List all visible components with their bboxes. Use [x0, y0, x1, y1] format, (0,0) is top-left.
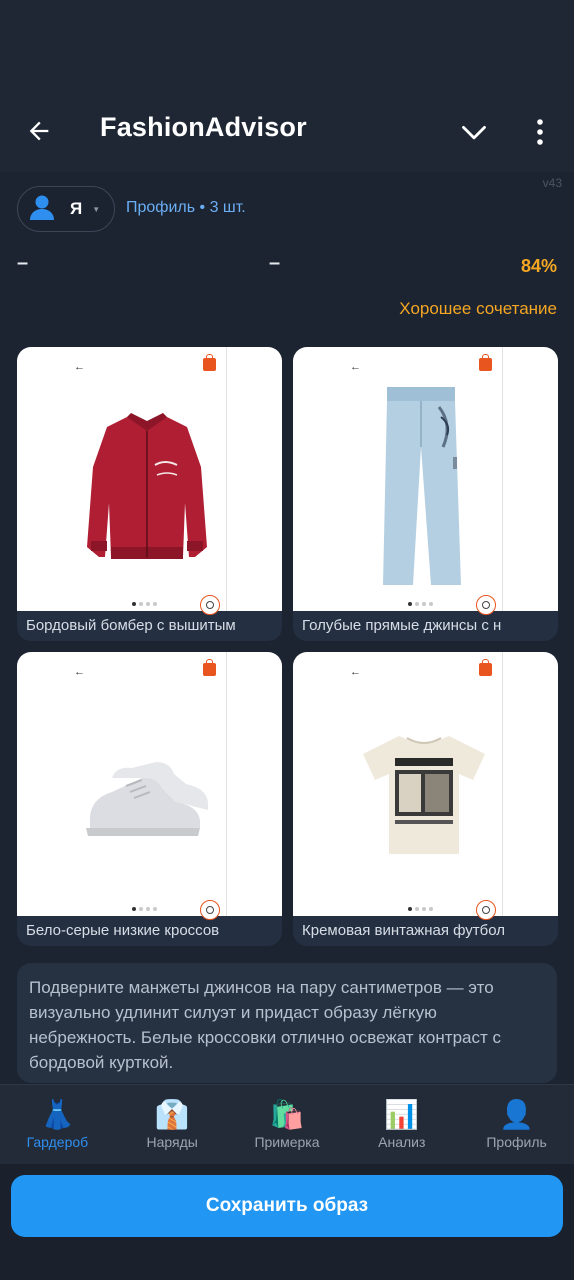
expand-button[interactable] — [456, 114, 492, 150]
jeans-image — [383, 387, 461, 585]
nav-label: Профиль — [486, 1134, 547, 1150]
shopping-bags-icon: 🛍️ — [269, 1099, 305, 1130]
nav-item-wardrobe[interactable]: 👗 Гардероб — [0, 1085, 115, 1164]
item-caption: Бордовый бомбер с вышитым — [26, 617, 236, 634]
score-row: – – 84% — [17, 252, 557, 282]
item-card-sneakers[interactable]: ← Бело-серые низкие кроссов — [17, 652, 282, 946]
chevron-down-icon — [462, 125, 486, 140]
shopping-bag-icon[interactable] — [203, 659, 216, 676]
score-left-value: – — [17, 252, 29, 274]
photo-divider — [226, 652, 227, 916]
nav-item-profile[interactable]: 👤 Профиль — [459, 1085, 574, 1164]
arrow-left-icon: ← — [74, 666, 85, 678]
profile-chip-label: Я — [70, 199, 83, 218]
item-caption: Бело-серые низкие кроссов — [26, 922, 220, 939]
nav-label: Наряды — [146, 1134, 198, 1150]
shopping-bag-icon[interactable] — [203, 354, 216, 371]
item-card-tshirt[interactable]: ← Кремовая винтажная футбол — [293, 652, 558, 946]
bar-chart-icon: 📊 — [384, 1099, 420, 1130]
photo-divider — [502, 347, 503, 611]
more-menu-button[interactable] — [524, 114, 556, 150]
app-title: FashionAdvisor — [100, 112, 307, 142]
carousel-dots — [132, 907, 157, 911]
arrow-left-icon: ← — [350, 666, 361, 678]
item-photo — [17, 347, 282, 611]
carousel-dots — [132, 602, 157, 606]
back-button[interactable] — [22, 114, 56, 148]
user-icon: 👤 — [499, 1099, 535, 1130]
nav-label: Гардероб — [26, 1134, 89, 1150]
more-vertical-icon — [537, 119, 543, 145]
photo-divider — [502, 652, 503, 916]
item-card-bomber[interactable]: ← Бордовый бомбер с вышитым — [17, 347, 282, 641]
match-verdict: Хорошее сочетание — [399, 299, 557, 318]
nav-item-tryon[interactable]: 🛍️ Примерка — [230, 1085, 345, 1164]
stylist-advice: Подверните манжеты джинсов на пару санти… — [17, 963, 557, 1083]
shopping-bag-icon[interactable] — [479, 354, 492, 371]
app-bar: FashionAdvisor — [0, 88, 574, 172]
shirt-tie-icon: 👔 — [154, 1099, 190, 1130]
bomber-jacket-image — [87, 413, 207, 559]
dress-icon: 👗 — [39, 1099, 75, 1130]
profile-info: Профиль • 3 шт. — [126, 199, 246, 216]
match-percent: 84% — [520, 256, 557, 276]
sneakers-image — [86, 762, 208, 836]
item-caption: Голубые прямые джинсы с н — [302, 617, 502, 634]
profile-selector[interactable]: Я ▼ — [17, 186, 115, 232]
carousel-dots — [408, 602, 433, 606]
tshirt-image — [363, 736, 485, 854]
arrow-left-icon: ← — [74, 361, 85, 373]
bottom-navigation: 👗 Гардероб 👔 Наряды 🛍️ Примерка 📊 Анализ… — [0, 1084, 574, 1164]
item-photo — [293, 347, 558, 611]
version-label: v43 — [542, 176, 562, 190]
photo-divider — [226, 347, 227, 611]
nav-label: Анализ — [378, 1134, 426, 1150]
shopping-bag-icon[interactable] — [479, 659, 492, 676]
nav-label: Примерка — [254, 1134, 320, 1150]
arrow-left-icon — [29, 121, 49, 141]
nav-item-outfits[interactable]: 👔 Наряды — [115, 1085, 230, 1164]
item-photo — [293, 652, 558, 916]
item-caption: Кремовая винтажная футбол — [302, 922, 506, 939]
score-mid-value: – — [269, 252, 281, 274]
status-bar-area — [0, 0, 574, 88]
carousel-dots — [408, 907, 433, 911]
item-card-jeans[interactable]: ← Голубые прямые джинсы с н — [293, 347, 558, 641]
user-icon — [28, 193, 58, 225]
caret-down-icon: ▼ — [92, 204, 101, 214]
save-outfit-button[interactable]: Сохранить образ — [11, 1175, 563, 1237]
item-photo — [17, 652, 282, 916]
arrow-left-icon: ← — [350, 361, 361, 373]
nav-item-analysis[interactable]: 📊 Анализ — [344, 1085, 459, 1164]
